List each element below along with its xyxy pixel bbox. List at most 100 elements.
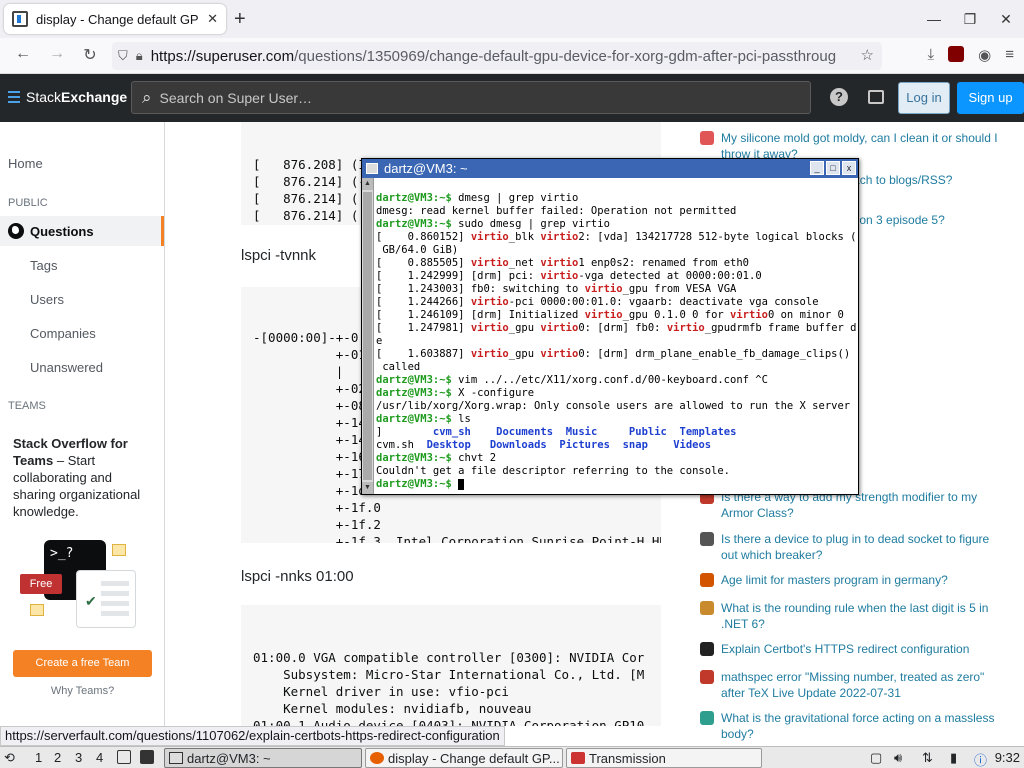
hot-question-link[interactable]: mathspec error "Missing number, treated …: [721, 669, 1000, 701]
menu-icon[interactable]: ≡: [1005, 46, 1014, 64]
url-bar[interactable]: ⛉ 🔒︎ https://superuser.com/questions/135…: [112, 42, 882, 70]
terminal-body[interactable]: ▲ ▼ dartz@VM3:~$ dmesg | grep virtio dmes…: [362, 178, 858, 494]
terminal-cursor: [458, 478, 465, 490]
sidebar-item-home[interactable]: Home: [8, 156, 43, 171]
scroll-thumb[interactable]: [363, 192, 372, 480]
directory-name: Documents: [496, 426, 554, 438]
sidebar-item-unanswered[interactable]: Unanswered: [30, 360, 103, 375]
terminal-icon: [366, 163, 378, 174]
checklist-illustration-icon: ✔: [76, 570, 136, 628]
sidebar-section-teams: TEAMS: [8, 400, 46, 412]
lock-icon[interactable]: 🔒︎: [136, 48, 143, 64]
workspace-4[interactable]: 4: [96, 750, 103, 765]
scroll-up-icon[interactable]: ▲: [362, 178, 373, 190]
scroll-down-icon[interactable]: ▼: [362, 482, 373, 494]
directory-name: Videos: [673, 439, 712, 451]
terminal-launcher-icon[interactable]: [140, 750, 154, 764]
terminal-scrollbar[interactable]: ▲ ▼: [362, 178, 374, 494]
stackexchange-logo[interactable]: Stack Exchange: [8, 89, 127, 105]
hot-question-item[interactable]: Explain Certbot's HTTPS redirect configu…: [700, 641, 1000, 657]
signup-button[interactable]: Sign up: [957, 82, 1024, 114]
terminal-text: [ 1.246109] [drm] Initialized: [376, 309, 585, 321]
back-arrow-icon[interactable]: ←: [12, 45, 34, 63]
hot-question-item[interactable]: Age limit for masters program in germany…: [700, 572, 1000, 588]
new-tab-button[interactable]: +: [234, 8, 246, 31]
terminal-text: chvt 2: [451, 452, 497, 464]
tab-close-icon[interactable]: ✕: [207, 11, 218, 27]
terminal-output[interactable]: dartz@VM3:~$ dmesg | grep virtio dmesg: r…: [376, 192, 856, 491]
site-search-input[interactable]: ⌕ Search on Super User…: [131, 81, 811, 114]
terminal-text: ls: [451, 413, 471, 425]
terminal-text: virtio: [666, 322, 705, 334]
start-menu-icon[interactable]: ⟲: [4, 750, 15, 766]
workspace-2[interactable]: 2: [54, 750, 61, 765]
hot-question-link[interactable]: What is the gravitational force acting o…: [721, 710, 1000, 742]
terminal-text: _gpudrmfb frame buffer devic: [704, 322, 856, 334]
sidebar-item-tags[interactable]: Tags: [30, 258, 57, 273]
hot-question-item[interactable]: What is the rounding rule when the last …: [700, 600, 1000, 632]
hot-question-link[interactable]: Explain Certbot's HTTPS redirect configu…: [721, 641, 969, 657]
terminal-text: virtio: [470, 348, 509, 360]
hot-question-item[interactable]: What is the gravitational force acting o…: [700, 710, 1000, 742]
clipboard-icon[interactable]: ▢: [870, 750, 882, 766]
network-icon[interactable]: ⇅: [922, 750, 933, 766]
heading-lspci-tvnnk: lspci -tvnnk: [241, 247, 317, 264]
terminal-close-icon[interactable]: x: [842, 161, 856, 175]
heading-lspci-nnks: lspci -nnks 01:00: [241, 568, 354, 585]
superuser-favicon-icon: [12, 11, 28, 27]
hot-question-link[interactable]: Age limit for masters program in germany…: [721, 572, 948, 588]
task-transmission[interactable]: Transmission: [566, 748, 762, 768]
create-team-button[interactable]: Create a free Team: [13, 650, 152, 677]
terminal-titlebar[interactable]: dartz@VM3: ~ _ □ x: [362, 159, 858, 178]
terminal-text: 0 on minor 0: [767, 309, 844, 321]
sidebar-section-public: PUBLIC: [8, 197, 48, 209]
sidebar-item-questions[interactable]: Questions: [0, 216, 164, 246]
workspace-1[interactable]: 1: [35, 750, 42, 765]
terminal-text: -pci 0000:00:01.0: vgaarb: deactivate vg…: [508, 296, 819, 308]
file-manager-icon[interactable]: [117, 750, 131, 764]
download-icon[interactable]: ⤓: [928, 46, 935, 64]
login-button[interactable]: Log in: [898, 82, 950, 114]
ublock-icon[interactable]: [948, 46, 965, 62]
workspace-3[interactable]: 3: [75, 750, 82, 765]
browser-tab[interactable]: display - Change default GP ✕: [4, 4, 226, 34]
stackexchange-header: Stack Exchange ⌕ Search on Super User… ? …: [0, 74, 1024, 122]
forward-arrow-icon[interactable]: →: [46, 45, 68, 63]
hot-question-item[interactable]: Is there a device to plug in to dead soc…: [700, 531, 1000, 563]
terminal-text: cvm.sh: [376, 439, 427, 451]
sidebar-item-users[interactable]: Users: [30, 292, 64, 307]
terminal-line: [ 1.247981] virtio_gpu virtio0: [drm] fb…: [376, 322, 856, 335]
hot-question-item[interactable]: mathspec error "Missing number, treated …: [700, 669, 1000, 701]
terminal-text: X -configure: [451, 387, 535, 399]
info-icon[interactable]: ⓘ: [974, 750, 987, 768]
terminal-minimize-icon[interactable]: _: [810, 161, 824, 175]
shield-icon[interactable]: ⛉: [118, 48, 128, 64]
task-browser[interactable]: display - Change default GP...: [365, 748, 563, 768]
terminal-text: virtio: [470, 322, 509, 334]
shell-prompt: dartz@VM3:~$: [376, 413, 452, 425]
reload-icon[interactable]: ↻: [79, 45, 101, 65]
terminal-text: e: [376, 335, 383, 347]
check-icon: ✔: [85, 593, 97, 609]
terminal-line: e: [376, 335, 856, 348]
site-icon: [700, 573, 714, 587]
why-teams-link[interactable]: Why Teams?: [0, 685, 165, 697]
close-window-icon[interactable]: ✕: [988, 0, 1024, 38]
task-terminal[interactable]: dartz@VM3: ~: [164, 748, 362, 768]
minimize-window-icon[interactable]: —: [916, 0, 952, 38]
inbox-icon[interactable]: [868, 90, 884, 104]
terminal-line: dartz@VM3:~$ chvt 2: [376, 452, 856, 465]
help-icon[interactable]: ?: [830, 88, 848, 106]
bookmark-star-icon[interactable]: ☆: [861, 46, 874, 64]
extension-icon[interactable]: ◉: [978, 46, 991, 64]
terminal-text: 0: [drm] fb0:: [578, 322, 667, 334]
maximize-window-icon[interactable]: ❐: [952, 0, 988, 38]
battery-icon[interactable]: ▮: [950, 750, 957, 766]
hot-question-link[interactable]: Is there a device to plug in to dead soc…: [721, 531, 1000, 563]
volume-icon[interactable]: 🔊︎: [894, 750, 902, 766]
hot-question-link[interactable]: What is the rounding rule when the last …: [721, 600, 1000, 632]
terminal-window[interactable]: dartz@VM3: ~ _ □ x ▲ ▼ dartz@VM3:~$ dmes…: [361, 158, 859, 495]
sidebar-item-companies[interactable]: Companies: [30, 326, 96, 341]
terminal-maximize-icon[interactable]: □: [826, 161, 840, 175]
